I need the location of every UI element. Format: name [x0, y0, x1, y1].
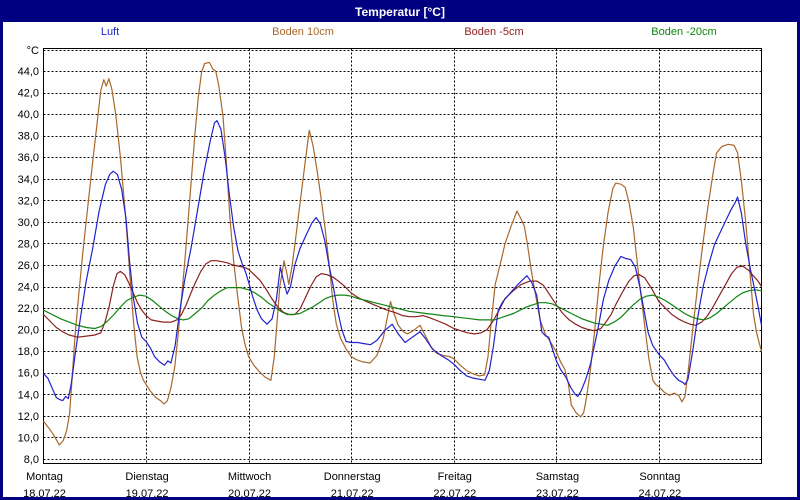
- y-tick-label: 44,0: [18, 66, 39, 78]
- y-tick-label: 20,0: [18, 325, 39, 337]
- day-label: Montag: [26, 471, 63, 483]
- day-label: Freitag: [438, 471, 472, 483]
- date-label: 24.07.22: [638, 488, 681, 500]
- date-label: 22.07.22: [433, 488, 476, 500]
- y-tick-label: 18,0: [18, 346, 39, 358]
- gridlines: [43, 48, 762, 464]
- day-label: Donnerstag: [324, 471, 381, 483]
- date-label: 23.07.22: [536, 488, 579, 500]
- x-axis-labels: Montag 18.07.22 Dienstag 19.07.22 Mittwoch 20…: [23, 471, 681, 500]
- y-tick-label: 36,0: [18, 152, 39, 164]
- y-tick-label: 8,0: [24, 454, 39, 466]
- plot-border: [43, 48, 762, 464]
- y-tick-label: 38,0: [18, 131, 39, 143]
- y-tick-label: 10,0: [18, 432, 39, 444]
- y-tick-label: 14,0: [18, 389, 39, 401]
- date-label: 20.07.22: [228, 488, 271, 500]
- y-tick-label: 22,0: [18, 303, 39, 315]
- y-tick-label: 24,0: [18, 282, 39, 294]
- y-tick-label: 40,0: [18, 109, 39, 121]
- chart-svg: °C 44,0 42,0 40,0 38,0 36,0 34,0 32,0 30,0 28,0 26…: [18, 45, 763, 500]
- y-tick-label: 34,0: [18, 174, 39, 186]
- series-luft: [42, 119, 763, 402]
- y-axis-unit: °C: [27, 45, 39, 57]
- series-boden-10cm: [42, 61, 763, 446]
- y-tick-label: 28,0: [18, 238, 39, 250]
- y-tick-label: 30,0: [18, 217, 39, 229]
- y-tick-label: 42,0: [18, 88, 39, 100]
- day-label: Sonntag: [639, 471, 680, 483]
- date-label: 19.07.22: [126, 488, 169, 500]
- app-window: Temperatur [°C] Luft Boden 10cm Boden -5cm…: [0, 0, 800, 500]
- date-label: 18.07.22: [23, 488, 66, 500]
- y-tick-label: 12,0: [18, 411, 39, 423]
- y-tick-label: 32,0: [18, 195, 39, 207]
- y-tick-label: 16,0: [18, 368, 39, 380]
- day-label: Mittwoch: [228, 471, 271, 483]
- day-label: Dienstag: [125, 471, 168, 483]
- date-label: 21.07.22: [331, 488, 374, 500]
- day-label: Samstag: [536, 471, 579, 483]
- series-lines: [42, 61, 763, 446]
- y-axis-labels: °C 44,0 42,0 40,0 38,0 36,0 34,0 32,0 30,0 28,0 26…: [18, 45, 39, 466]
- y-tick-label: 26,0: [18, 260, 39, 272]
- series-boden-20cm: [42, 287, 763, 330]
